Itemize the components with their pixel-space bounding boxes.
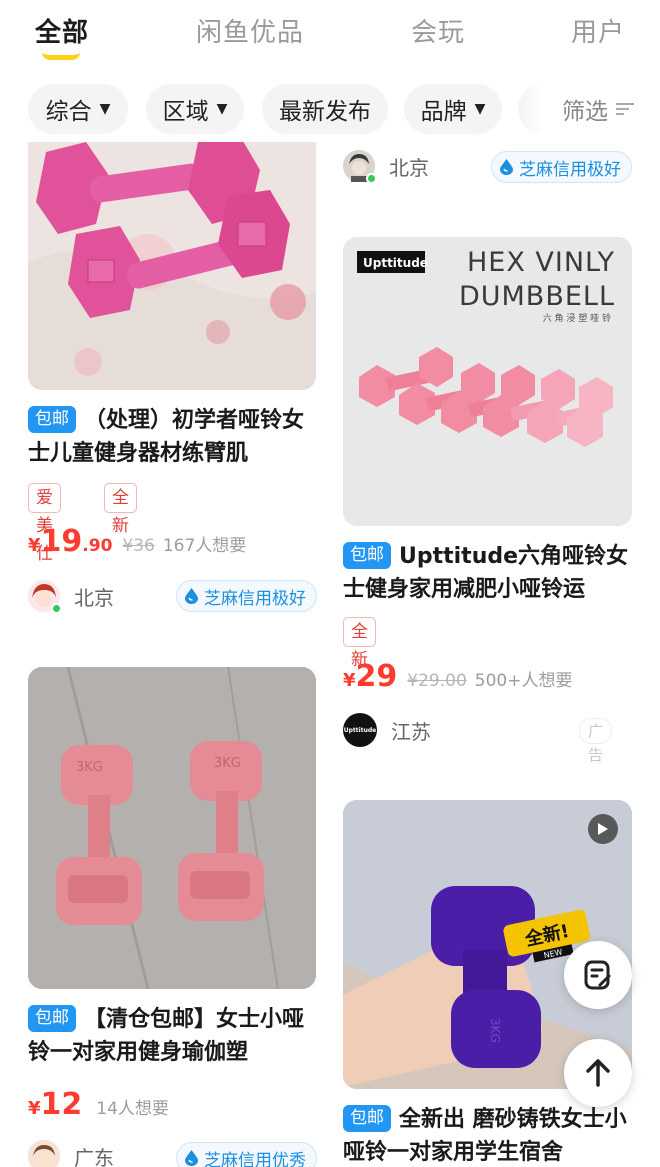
free-shipping-badge: 包邮 [28,406,76,433]
free-shipping-badge: 包邮 [28,1005,76,1032]
price-integer: 12 [40,1087,83,1122]
avatar[interactable] [28,1140,60,1167]
back-to-top-button[interactable] [564,1039,632,1107]
image-heading-line2: DUMBBELL [459,281,615,312]
avatar-brand-text: Upttitude [343,726,377,734]
online-dot [366,173,377,184]
credit-text: 芝麻信用优秀 [204,1150,306,1167]
condition-tag: 全新 [104,483,137,536]
weight-label: 3KG [488,1018,502,1043]
avatar[interactable] [28,580,62,614]
tab-all[interactable]: 全部 [35,12,89,49]
caret-down-icon: ▼ [474,101,486,117]
product-image[interactable]: 3KG 3KG [28,667,316,989]
filter-brand[interactable]: 品牌 ▼ [404,84,502,134]
seller-info[interactable]: 北京 [343,150,429,184]
filter-region-label: 区域 [162,99,209,125]
image-subheading: 六 角 浸 塑 哑 铃 [543,312,611,324]
product-image[interactable]: Upttitude HEX VINLY DUMBBELL 六 角 浸 塑 哑 铃 [343,237,632,526]
filter-latest-label: 最新发布 [279,99,371,125]
price-integer: 19 [40,524,83,559]
image-brand: Upttitude [363,256,428,270]
tab-xianyu-youpin[interactable]: 闲鱼优品 [196,12,304,49]
seller-location: 北京 [74,585,114,610]
seller-info[interactable]: 北京 [28,580,114,614]
credit-drop-icon [185,1150,198,1166]
filter-icon [616,101,634,117]
credit-text: 芝麻信用极好 [519,159,621,180]
free-shipping-badge: 包邮 [343,1105,391,1132]
active-tab-indicator [42,52,80,60]
product-title[interactable]: 包邮 （处理）初学者哑铃女士儿童健身器材练臂肌 [28,404,318,470]
filter-region[interactable]: 区域 ▼ [146,84,244,134]
filter-brand-label: 品牌 [420,99,467,125]
filter-latest[interactable]: 最新发布 [262,84,388,134]
original-price: ¥36 [122,536,155,556]
screen-button[interactable]: 筛选 [542,84,660,134]
free-shipping-badge: 包邮 [343,542,391,569]
price-currency: ¥ [28,535,41,556]
brand-tag: 爱美仕 [28,483,61,564]
weight-label: 3KG [76,760,103,775]
caret-down-icon: ▼ [99,101,111,117]
price-integer: 29 [355,659,398,694]
image-heading-line1: HEX VINLY [467,247,615,278]
product-photo-pink-dumbbells [28,142,316,390]
seller-info[interactable]: 广东 [28,1140,114,1167]
tab-huiwan[interactable]: 会玩 [411,12,465,49]
price-currency: ¥ [343,670,356,691]
avatar-image [28,1140,60,1167]
seller-location: 江苏 [391,719,431,744]
price-row: ¥ 12 14人想要 [28,1087,169,1122]
post-button[interactable] [564,941,632,1009]
avatar[interactable] [343,150,377,184]
credit-text: 芝麻信用极好 [204,588,306,609]
screen-button-label: 筛选 [562,99,608,125]
top-tabs: 全部 闲鱼优品 会玩 用户 [0,0,660,70]
filter-sort[interactable]: 综合 ▼ [28,84,128,134]
tab-users[interactable]: 用户 [571,12,625,49]
product-title[interactable]: 包邮 Upttitude六角哑铃女士健身家用减肥小哑铃运 [343,540,635,606]
credit-badge: 芝麻信用优秀 [176,1142,317,1167]
want-count: 500+人想要 [474,671,573,691]
original-price: ¥29.00 [407,671,467,691]
ad-badge: 广告 [579,718,613,764]
filter-fade [522,80,544,138]
want-count: 167人想要 [162,536,247,556]
filter-sort-label: 综合 [45,99,92,125]
play-icon[interactable] [588,814,618,844]
avatar[interactable]: Upttitude [343,713,377,747]
product-title[interactable]: 包邮 【清仓包邮】女士小哑铃一对家用健身瑜伽塑 [28,1003,318,1069]
online-dot [51,603,62,614]
price-row: ¥ 19 .90 ¥36 167人想要 [28,524,246,559]
seller-info[interactable]: Upttitude 江苏 [343,713,431,747]
weight-label: 3KG [214,756,241,771]
credit-badge: 芝麻信用极好 [176,580,317,612]
caret-down-icon: ▼ [216,101,228,117]
product-photo-pink-dumbbells: 3KG 3KG [28,667,316,989]
price-row: ¥ 29 ¥29.00 500+人想要 [343,659,572,694]
credit-drop-icon [500,159,513,175]
back-to-top-icon [586,1059,610,1087]
product-image[interactable] [28,142,316,390]
seller-location: 北京 [389,155,429,180]
credit-badge: 芝麻信用极好 [491,151,632,183]
price-decimal: .90 [82,536,113,556]
price-currency: ¥ [28,1098,41,1119]
product-title[interactable]: 包邮 全新出 磨砂铸铁女士小哑铃一对家用学生宿舍 [343,1103,635,1167]
post-icon [584,960,611,990]
want-count: 14人想要 [96,1099,169,1119]
filter-bar: 综合 ▼ 区域 ▼ 最新发布 品牌 ▼ 筛选 [0,80,660,138]
credit-drop-icon [185,588,198,604]
seller-location: 广东 [74,1145,114,1167]
product-photo-hex-dumbbells: Upttitude HEX VINLY DUMBBELL 六 角 浸 塑 哑 铃 [343,237,632,526]
condition-tag: 全新 [343,617,376,670]
